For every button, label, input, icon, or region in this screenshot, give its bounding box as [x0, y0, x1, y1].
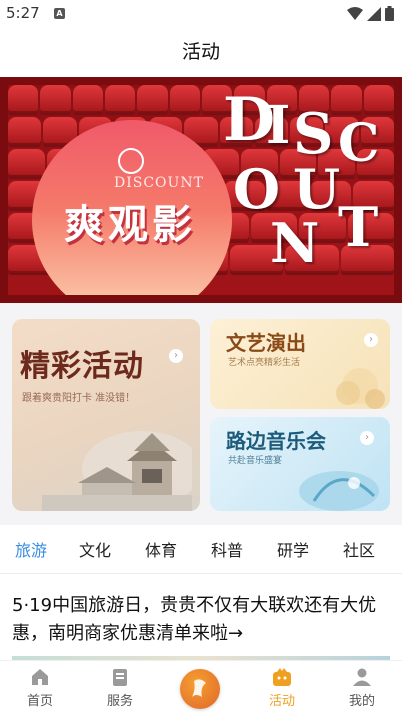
card-title: 精彩活动 [20, 349, 144, 384]
tab-sports[interactable]: 体育 [128, 537, 194, 561]
app-header: 活动 [0, 28, 402, 76]
card-subtitle: 跟着爽贵阳打卡 准没错！ [22, 393, 136, 404]
page-title: 活动 [181, 41, 220, 63]
art-performance-card[interactable]: 文艺演出 艺术点亮精彩生活 › [210, 319, 390, 409]
highlight-activities-card[interactable]: 精彩活动 跟着爽贵阳打卡 准没错！ › [12, 319, 200, 511]
status-bar: 5:27 A [0, 0, 402, 28]
banner-carousel[interactable]: DISCOUNT 爽观影 D I S C O U N T [0, 77, 402, 303]
service-icon [113, 669, 127, 686]
banner-brand-title: 爽观影 [64, 202, 196, 248]
banner-image: DISCOUNT 爽观影 D I S C O U N T [8, 85, 394, 295]
battery-icon [385, 6, 394, 21]
nav-label: 我的 [348, 694, 375, 709]
brand-logo-icon [118, 148, 144, 174]
chevron-right-icon: › [364, 333, 378, 347]
activity-icon [273, 668, 291, 686]
chevron-right-icon: › [360, 431, 374, 445]
nav-profile[interactable]: 我的 [332, 667, 392, 709]
card-subtitle: 艺术点亮精彩生活 [228, 358, 301, 368]
tab-tourism[interactable]: 旅游 [0, 537, 62, 561]
home-icon [32, 669, 48, 685]
nav-label: 活动 [268, 694, 295, 709]
flower-illustration [336, 368, 385, 409]
instrument-illustration [299, 471, 379, 511]
card-title: 路边音乐会 [226, 429, 326, 453]
building-illustration [42, 431, 192, 511]
seat-row [8, 85, 394, 115]
signal-icon [367, 6, 381, 21]
divider [0, 573, 402, 574]
seat-row [8, 117, 394, 147]
banner-letter-n: N [270, 211, 320, 275]
banner-letter-c: C [338, 113, 380, 174]
banner-tagline: DISCOUNT [114, 175, 204, 191]
chevron-right-icon: › [169, 349, 183, 363]
feature-cards: 精彩活动 跟着爽贵阳打卡 准没错！ › 文艺演出 艺术点亮精彩生活 › 路边音乐… [0, 303, 402, 525]
status-time: 5:27 [6, 4, 40, 22]
nav-home[interactable]: 首页 [10, 667, 70, 709]
tab-culture[interactable]: 文化 [62, 537, 128, 561]
nav-service[interactable]: 服务 [90, 667, 150, 709]
tab-science[interactable]: 科普 [194, 537, 260, 561]
category-tabs: 旅游 文化 体育 科普 研学 社区 [0, 525, 402, 573]
brand-swirl-icon [192, 679, 206, 697]
wifi-icon [347, 6, 363, 20]
bottom-navigation: 首页 服务 活动 我的 [0, 660, 402, 716]
card-title: 文艺演出 [226, 331, 306, 355]
status-icons [347, 6, 394, 21]
profile-icon [353, 668, 371, 686]
article-title[interactable]: 5·19中国旅游日，贵贵不仅有大联欢还有大优惠，南明商家优惠清单来啦→ [12, 592, 392, 648]
street-concert-card[interactable]: 路边音乐会 共赴音乐盛宴 › [210, 417, 390, 511]
nav-activity[interactable]: 活动 [252, 667, 312, 709]
banner-letter-i: I [266, 95, 291, 156]
tab-community[interactable]: 社区 [326, 537, 392, 561]
tab-study-tour[interactable]: 研学 [260, 537, 326, 561]
center-logo-icon[interactable] [180, 669, 220, 709]
banner-letter-t: T [338, 195, 379, 259]
nav-label: 首页 [26, 694, 53, 709]
nav-label: 服务 [106, 694, 133, 709]
notification-app-icon: A [54, 8, 65, 19]
card-subtitle: 共赴音乐盛宴 [228, 456, 283, 466]
